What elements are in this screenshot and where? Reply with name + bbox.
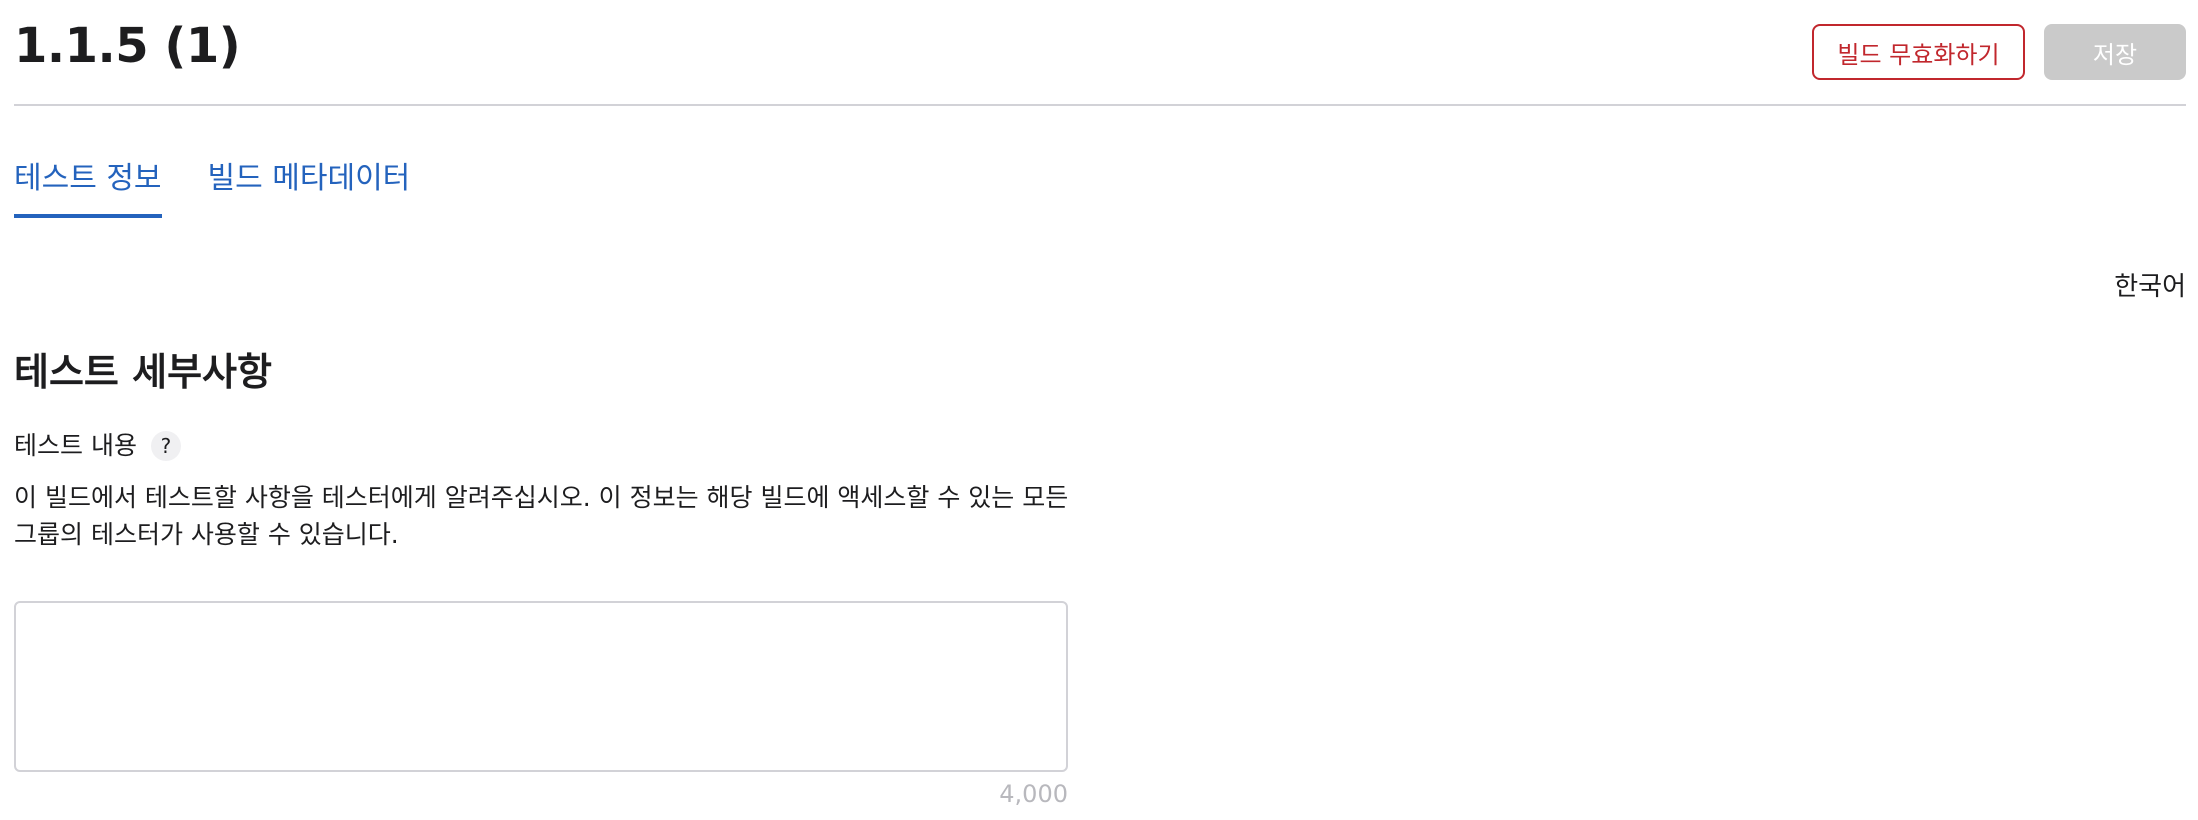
tab-test-information[interactable]: 테스트 정보: [14, 150, 162, 218]
section-title: 테스트 세부사항: [14, 350, 272, 394]
tab-bar: 테스트 정보 빌드 메타데이터: [14, 150, 456, 218]
save-button[interactable]: 저장: [2044, 24, 2186, 80]
field-description: 이 빌드에서 테스트할 사항을 테스터에게 알려주십시오. 이 정보는 해당 빌…: [14, 483, 1069, 549]
expire-build-button[interactable]: 빌드 무효화하기: [1812, 24, 2025, 80]
page-header: 1.1.5 (1) 빌드 무효화하기 저장: [14, 0, 2186, 106]
what-to-test-label: 테스트 내용: [14, 431, 137, 460]
character-counter: 4,000: [999, 780, 1068, 808]
build-detail-page: 1.1.5 (1) 빌드 무효화하기 저장 테스트 정보 빌드 메타데이터 한국…: [14, 0, 2186, 820]
field-label-row: 테스트 내용 ?: [14, 428, 181, 464]
what-to-test-textarea[interactable]: [14, 601, 1068, 772]
help-icon[interactable]: ?: [150, 431, 181, 461]
tab-build-metadata[interactable]: 빌드 메타데이터: [208, 150, 411, 218]
build-version-title: 1.1.5 (1): [14, 18, 241, 74]
language-selector[interactable]: 한국어: [2114, 270, 2186, 304]
